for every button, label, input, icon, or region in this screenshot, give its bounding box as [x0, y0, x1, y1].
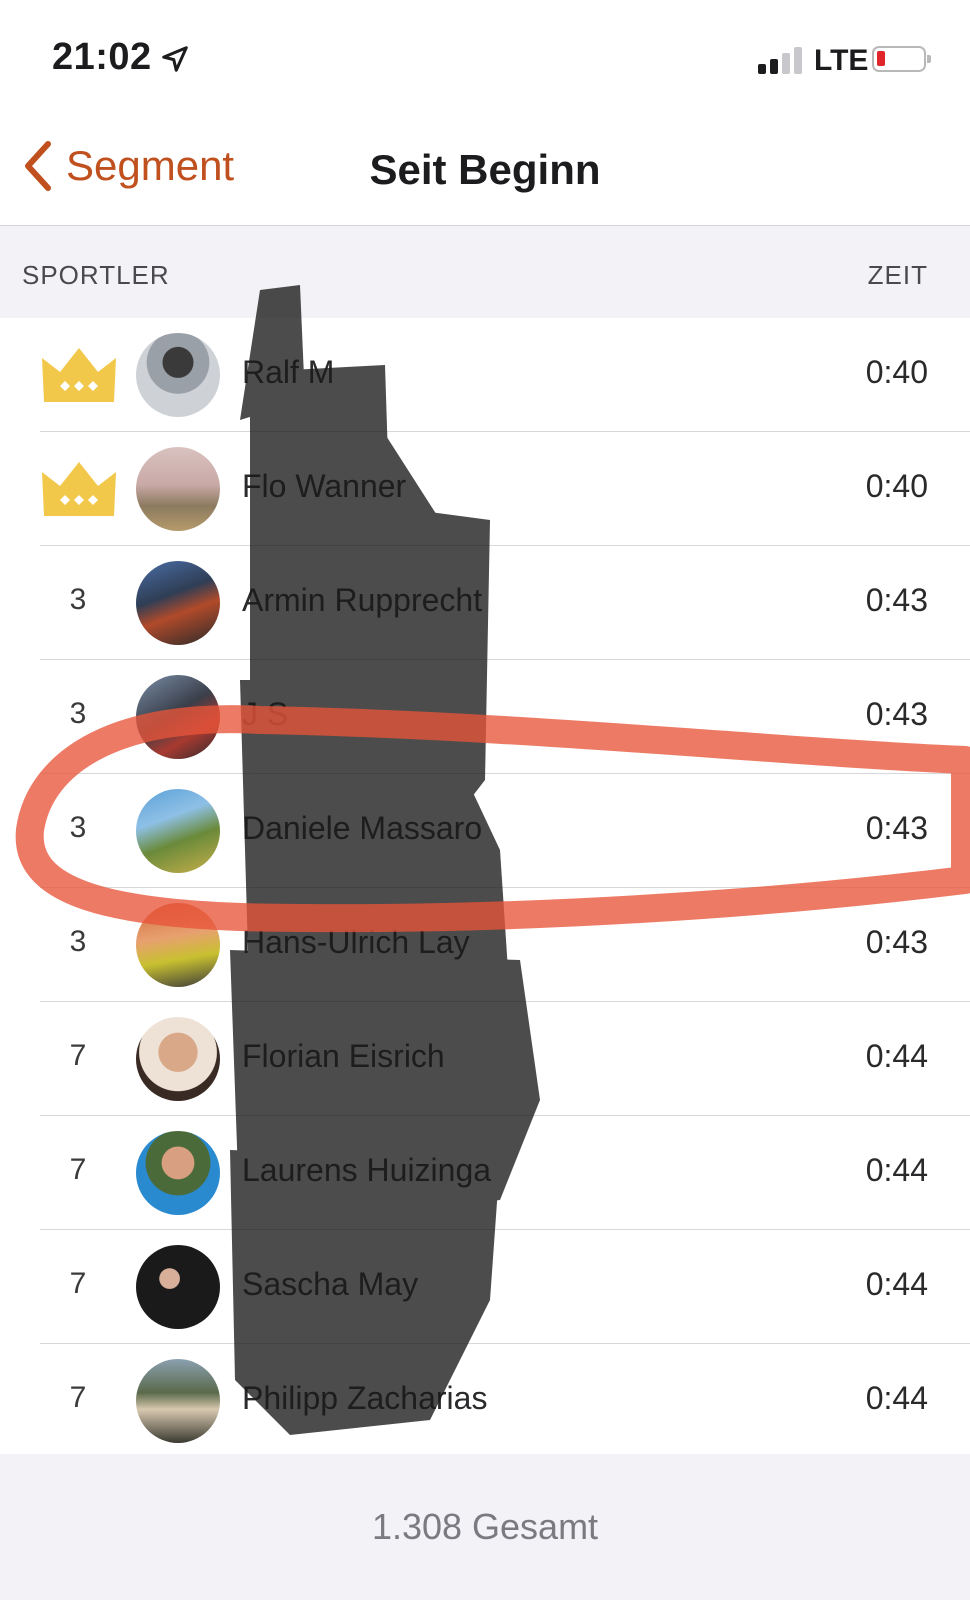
rank-number: 3 — [69, 697, 87, 730]
rank-number: 7 — [69, 1039, 87, 1072]
leaderboard-list: Ralf M 0:40 Flo Wanner 0:40 3 Armin Rupp… — [0, 318, 970, 1454]
athlete-name: Florian Eisrich — [242, 1038, 445, 1074]
avatar[interactable] — [136, 333, 220, 417]
athlete-time: 0:44 — [865, 1380, 928, 1416]
avatar[interactable] — [136, 903, 220, 987]
avatar[interactable] — [136, 789, 220, 873]
cellular-signal-icon — [758, 46, 804, 74]
rank-number: 3 — [69, 925, 87, 958]
leaderboard-row[interactable]: Ralf M 0:40 — [0, 318, 970, 432]
athlete-name: Ralf M — [242, 354, 335, 390]
rank-number: 3 — [69, 583, 87, 616]
leaderboard-row[interactable]: 3 Daniele Massaro 0:43 — [0, 774, 970, 888]
rank-number: 7 — [69, 1153, 87, 1186]
athlete-time: 0:43 — [865, 924, 928, 960]
athlete-name: Philipp Zacharias — [242, 1380, 488, 1416]
avatar[interactable] — [136, 561, 220, 645]
athlete-time: 0:40 — [865, 354, 928, 390]
column-header-time: ZEIT — [867, 260, 928, 290]
page-title: Seit Beginn — [369, 146, 601, 193]
leaderboard-row[interactable]: 3 Armin Rupprecht 0:43 — [0, 546, 970, 660]
network-type: LTE — [814, 44, 869, 77]
crown-icon — [42, 462, 116, 516]
status-time: 21:02 — [52, 36, 152, 78]
athlete-name: Hans-Ulrich Lay — [242, 924, 470, 960]
battery-icon — [872, 46, 931, 72]
athlete-time: 0:43 — [865, 810, 928, 846]
leaderboard-row[interactable]: 7 Philipp Zacharias 0:44 — [0, 1344, 970, 1458]
crown-icon — [42, 348, 116, 402]
avatar[interactable] — [136, 447, 220, 531]
column-header: SPORTLER ZEIT — [0, 226, 970, 318]
athlete-time: 0:44 — [865, 1038, 928, 1074]
avatar[interactable] — [136, 675, 220, 759]
avatar[interactable] — [136, 1017, 220, 1101]
athlete-name: J S — [242, 696, 289, 732]
leaderboard-row[interactable]: 3 Hans-Ulrich Lay 0:43 — [0, 888, 970, 1002]
rank-number: 3 — [69, 811, 87, 844]
footer: 1.308 Gesamt — [0, 1454, 970, 1600]
athlete-time: 0:43 — [865, 582, 928, 618]
navigation-bar: Segment Seit Beginn — [0, 112, 970, 226]
athlete-time: 0:44 — [865, 1266, 928, 1302]
avatar[interactable] — [136, 1245, 220, 1329]
athlete-time: 0:44 — [865, 1152, 928, 1188]
leaderboard-row[interactable]: 3 J S 0:43 — [0, 660, 970, 774]
leaderboard-row[interactable]: 7 Florian Eisrich 0:44 — [0, 1002, 970, 1116]
athlete-name: Armin Rupprecht — [242, 582, 483, 618]
leaderboard-row[interactable]: Flo Wanner 0:40 — [0, 432, 970, 546]
athlete-time: 0:43 — [865, 696, 928, 732]
rank-number: 7 — [69, 1381, 87, 1414]
leaderboard-row[interactable]: 7 Laurens Huizinga 0:44 — [0, 1116, 970, 1230]
total-count: 1.308 Gesamt — [371, 1506, 599, 1547]
rank-number: 7 — [69, 1267, 87, 1300]
column-header-athlete: SPORTLER — [22, 260, 170, 290]
avatar[interactable] — [136, 1131, 220, 1215]
athlete-name: Sascha May — [242, 1266, 419, 1302]
athlete-time: 0:40 — [865, 468, 928, 504]
avatar[interactable] — [136, 1359, 220, 1443]
athlete-name: Laurens Huizinga — [242, 1152, 492, 1188]
location-arrow-icon — [162, 46, 188, 72]
athlete-name: Daniele Massaro — [242, 810, 483, 846]
status-bar: 21:02 LTE — [0, 0, 970, 110]
athlete-name: Flo Wanner — [242, 468, 407, 504]
leaderboard-row[interactable]: 7 Sascha May 0:44 — [0, 1230, 970, 1344]
